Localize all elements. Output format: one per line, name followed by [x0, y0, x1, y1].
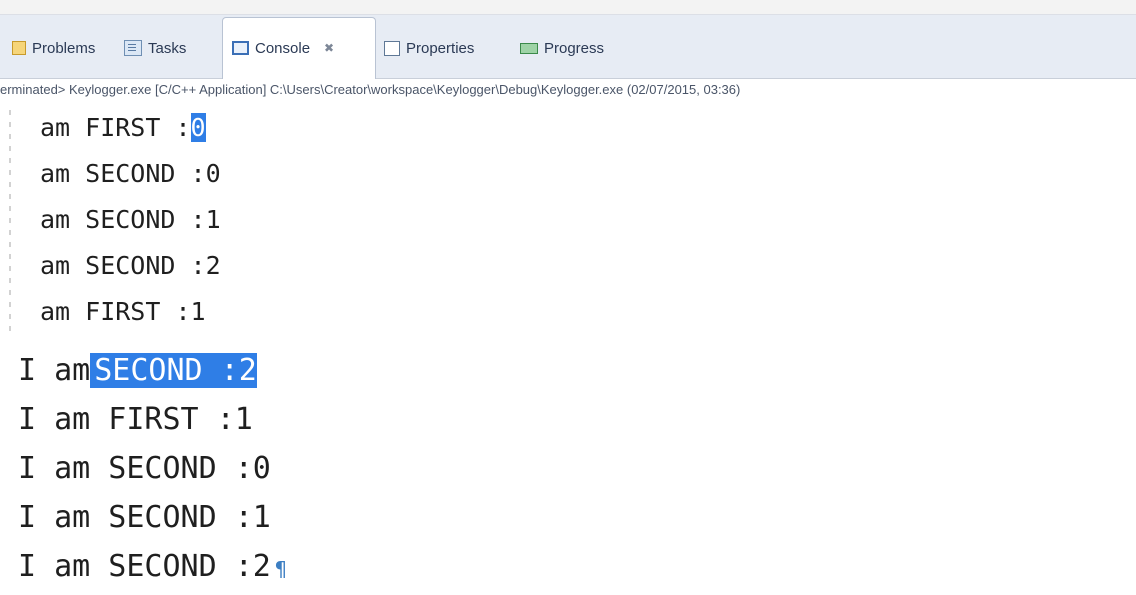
- console-line-text: am FIRST :: [40, 113, 191, 142]
- console-line: I am FIRST :1: [18, 402, 253, 437]
- console-line: am SECOND :1: [40, 205, 221, 234]
- process-status-line: erminated> Keylogger.exe [C/C++ Applicat…: [0, 82, 741, 97]
- tab-tasks[interactable]: Tasks: [124, 35, 186, 61]
- tasks-icon: [124, 40, 142, 56]
- tab-properties-label: Properties: [406, 39, 475, 57]
- console-line: I am SECOND :2: [18, 347, 257, 395]
- console-line: I am SECOND :0: [18, 451, 271, 486]
- tab-tasks-label: Tasks: [148, 39, 187, 57]
- tab-console-label: Console: [255, 39, 311, 57]
- tab-problems-label: Problems: [32, 39, 96, 57]
- console-line: am SECOND :2: [40, 251, 221, 280]
- console-line-text: I am: [18, 353, 91, 388]
- properties-icon: [384, 40, 400, 56]
- console-line: am FIRST :0: [40, 108, 206, 148]
- console-output-lower[interactable]: I am SECOND :2 I am FIRST :1 I am SECOND …: [0, 341, 1136, 595]
- console-line: am SECOND :0: [40, 159, 221, 188]
- console-line: I am SECOND :2 ¶: [18, 543, 287, 591]
- console-output-upper[interactable]: am FIRST :0 am SECOND :0 am SECOND :1 am…: [0, 104, 1136, 340]
- tab-progress-label: Progress: [544, 39, 605, 57]
- progress-icon: [520, 42, 538, 54]
- text-cursor-selection: 0: [190, 113, 206, 142]
- close-icon[interactable]: ✖: [324, 41, 334, 55]
- view-tab-bar: Problems Tasks Console ✖ Properties Prog…: [0, 14, 1136, 79]
- console-line-text: I am SECOND :2: [18, 549, 271, 584]
- console-line: I am SECOND :1: [18, 500, 271, 535]
- selected-text: SECOND :2: [90, 353, 257, 388]
- tab-progress[interactable]: Progress: [520, 35, 604, 61]
- problems-icon: [12, 41, 26, 55]
- top-strip: [0, 0, 1136, 14]
- console-line: am FIRST :1: [40, 297, 206, 326]
- end-of-line-icon: ¶: [274, 557, 287, 581]
- console-icon: [232, 41, 249, 55]
- tab-console[interactable]: Console ✖: [232, 35, 334, 61]
- tab-problems[interactable]: Problems: [12, 35, 95, 61]
- tab-properties[interactable]: Properties: [384, 35, 474, 61]
